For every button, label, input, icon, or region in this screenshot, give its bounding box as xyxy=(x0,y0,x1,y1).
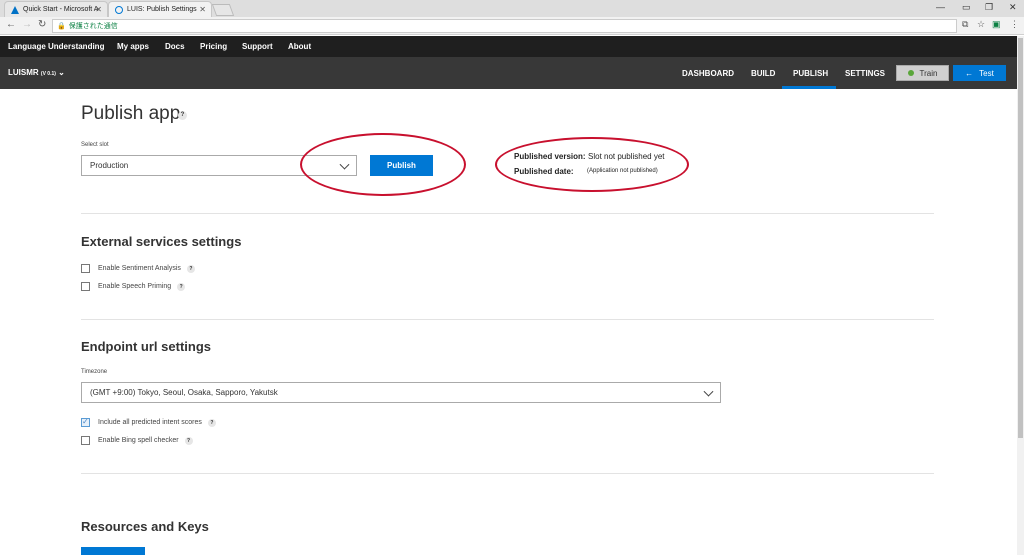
section-title-resources: Resources and Keys xyxy=(81,519,209,534)
app-name: LUISMR xyxy=(8,68,39,77)
status-dot-icon xyxy=(907,70,914,76)
timezone-value: (GMT +9:00) Tokyo, Seoul, Osaka, Sapporo… xyxy=(90,388,278,397)
luis-icon xyxy=(115,5,123,14)
train-label: Train xyxy=(919,68,938,78)
timezone-select[interactable]: (GMT +9:00) Tokyo, Seoul, Osaka, Sapporo… xyxy=(81,382,721,403)
section-title-external: External services settings xyxy=(81,234,242,249)
checkbox-speech-priming[interactable]: Enable Speech Priming ? xyxy=(81,282,186,291)
tab-build[interactable]: BUILD xyxy=(751,69,775,78)
user-icon[interactable]: ▭ xyxy=(962,2,971,13)
nav-docs[interactable]: Docs xyxy=(165,42,185,51)
checkbox[interactable] xyxy=(81,436,90,445)
top-navigation: Language Understanding My apps Docs Pric… xyxy=(0,36,1024,57)
nav-support[interactable]: Support xyxy=(242,42,273,51)
close-icon[interactable]: ✕ xyxy=(199,5,206,14)
checkbox-label: Enable Speech Priming xyxy=(98,283,172,290)
forward-icon[interactable]: → xyxy=(22,19,32,30)
tab-dashboard[interactable]: DASHBOARD xyxy=(682,69,734,78)
checkbox-label: Enable Bing spell checker xyxy=(98,437,179,444)
checkbox-label: Include all predicted intent scores xyxy=(98,419,202,426)
divider xyxy=(81,319,934,320)
active-tab-indicator xyxy=(782,86,836,89)
divider xyxy=(81,473,934,474)
scrollbar[interactable] xyxy=(1017,36,1024,555)
section-title-endpoint: Endpoint url settings xyxy=(81,339,211,354)
tab-title: LUIS: Publish Settings xyxy=(127,6,197,13)
secure-label: 保護された通信 xyxy=(68,23,118,30)
checkbox-intent-scores[interactable]: Include all predicted intent scores ? xyxy=(81,417,216,427)
annotation-ellipse xyxy=(300,133,466,196)
chevron-down-icon: ⌄ xyxy=(58,68,65,77)
slot-label: Select slot xyxy=(81,142,109,148)
star-icon[interactable]: ☆ xyxy=(977,19,985,30)
slot-value: Production xyxy=(90,161,129,170)
timezone-label: Timezone xyxy=(81,369,108,375)
address-input[interactable]: 🔒 保護された通信 xyxy=(52,19,957,33)
brand-link[interactable]: Language Understanding xyxy=(8,42,104,51)
arrow-left-icon: ← xyxy=(965,68,974,78)
app-version: (V 0.1) xyxy=(40,71,56,77)
tab-title: Quick Start - Microsoft A xyxy=(23,6,99,13)
annotation-ellipse xyxy=(495,137,689,192)
help-icon[interactable]: ? xyxy=(178,111,187,120)
divider xyxy=(81,213,934,214)
browser-tab-quick-start[interactable]: Quick Start - Microsoft A ✕ xyxy=(4,1,108,17)
nav-about[interactable]: About xyxy=(288,42,311,51)
nav-pricing[interactable]: Pricing xyxy=(200,42,227,51)
help-icon[interactable]: ? xyxy=(184,436,193,445)
checkbox[interactable] xyxy=(81,264,90,273)
menu-icon[interactable]: ⋮ xyxy=(1010,19,1019,30)
app-bar: LUISMR (V 0.1) ⌄ DASHBOARD BUILD PUBLISH… xyxy=(0,57,1024,89)
checkbox[interactable] xyxy=(81,282,90,291)
page-title: Publish app xyxy=(81,103,181,124)
back-icon[interactable]: ← xyxy=(6,19,16,30)
azure-icon xyxy=(11,5,19,14)
close-icon[interactable]: ✕ xyxy=(95,5,102,14)
extension-icon[interactable]: ▣ xyxy=(992,19,1001,30)
checkbox-sentiment-analysis[interactable]: Enable Sentiment Analysis ? xyxy=(81,264,195,273)
app-selector[interactable]: LUISMR (V 0.1) ⌄ xyxy=(8,68,65,77)
translate-icon[interactable]: ⧉ xyxy=(962,19,968,30)
test-label: Test xyxy=(979,68,994,78)
chevron-down-icon xyxy=(703,386,714,397)
help-icon[interactable]: ? xyxy=(207,418,216,427)
checkbox-label: Enable Sentiment Analysis xyxy=(98,265,181,272)
lock-icon: 🔒 xyxy=(57,23,66,30)
new-tab-button[interactable] xyxy=(211,4,235,16)
close-window-icon[interactable]: ✕ xyxy=(1009,2,1017,13)
scrollbar-thumb[interactable] xyxy=(1018,38,1023,438)
browser-tab-luis[interactable]: LUIS: Publish Settings ✕ xyxy=(108,1,212,17)
tab-publish[interactable]: PUBLISH xyxy=(793,69,828,78)
tab-settings[interactable]: SETTINGS xyxy=(845,69,885,78)
add-key-button[interactable] xyxy=(81,547,145,555)
checkbox-checked[interactable] xyxy=(81,417,90,427)
browser-tab-strip: Quick Start - Microsoft A ✕ LUIS: Publis… xyxy=(0,0,1024,17)
minimize-icon[interactable]: — xyxy=(936,2,945,12)
nav-my-apps[interactable]: My apps xyxy=(117,42,149,51)
help-icon[interactable]: ? xyxy=(186,264,195,273)
checkbox-bing-spell[interactable]: Enable Bing spell checker ? xyxy=(81,436,193,445)
test-button[interactable]: ← Test xyxy=(953,65,1006,81)
train-button[interactable]: Train xyxy=(896,65,949,81)
help-icon[interactable]: ? xyxy=(177,282,186,291)
restore-icon[interactable]: ❐ xyxy=(985,2,993,13)
reload-icon[interactable]: ↻ xyxy=(38,19,46,30)
address-bar-row: ← → ↻ 🔒 保護された通信 ⧉ ☆ ▣ ⋮ xyxy=(0,17,1024,35)
